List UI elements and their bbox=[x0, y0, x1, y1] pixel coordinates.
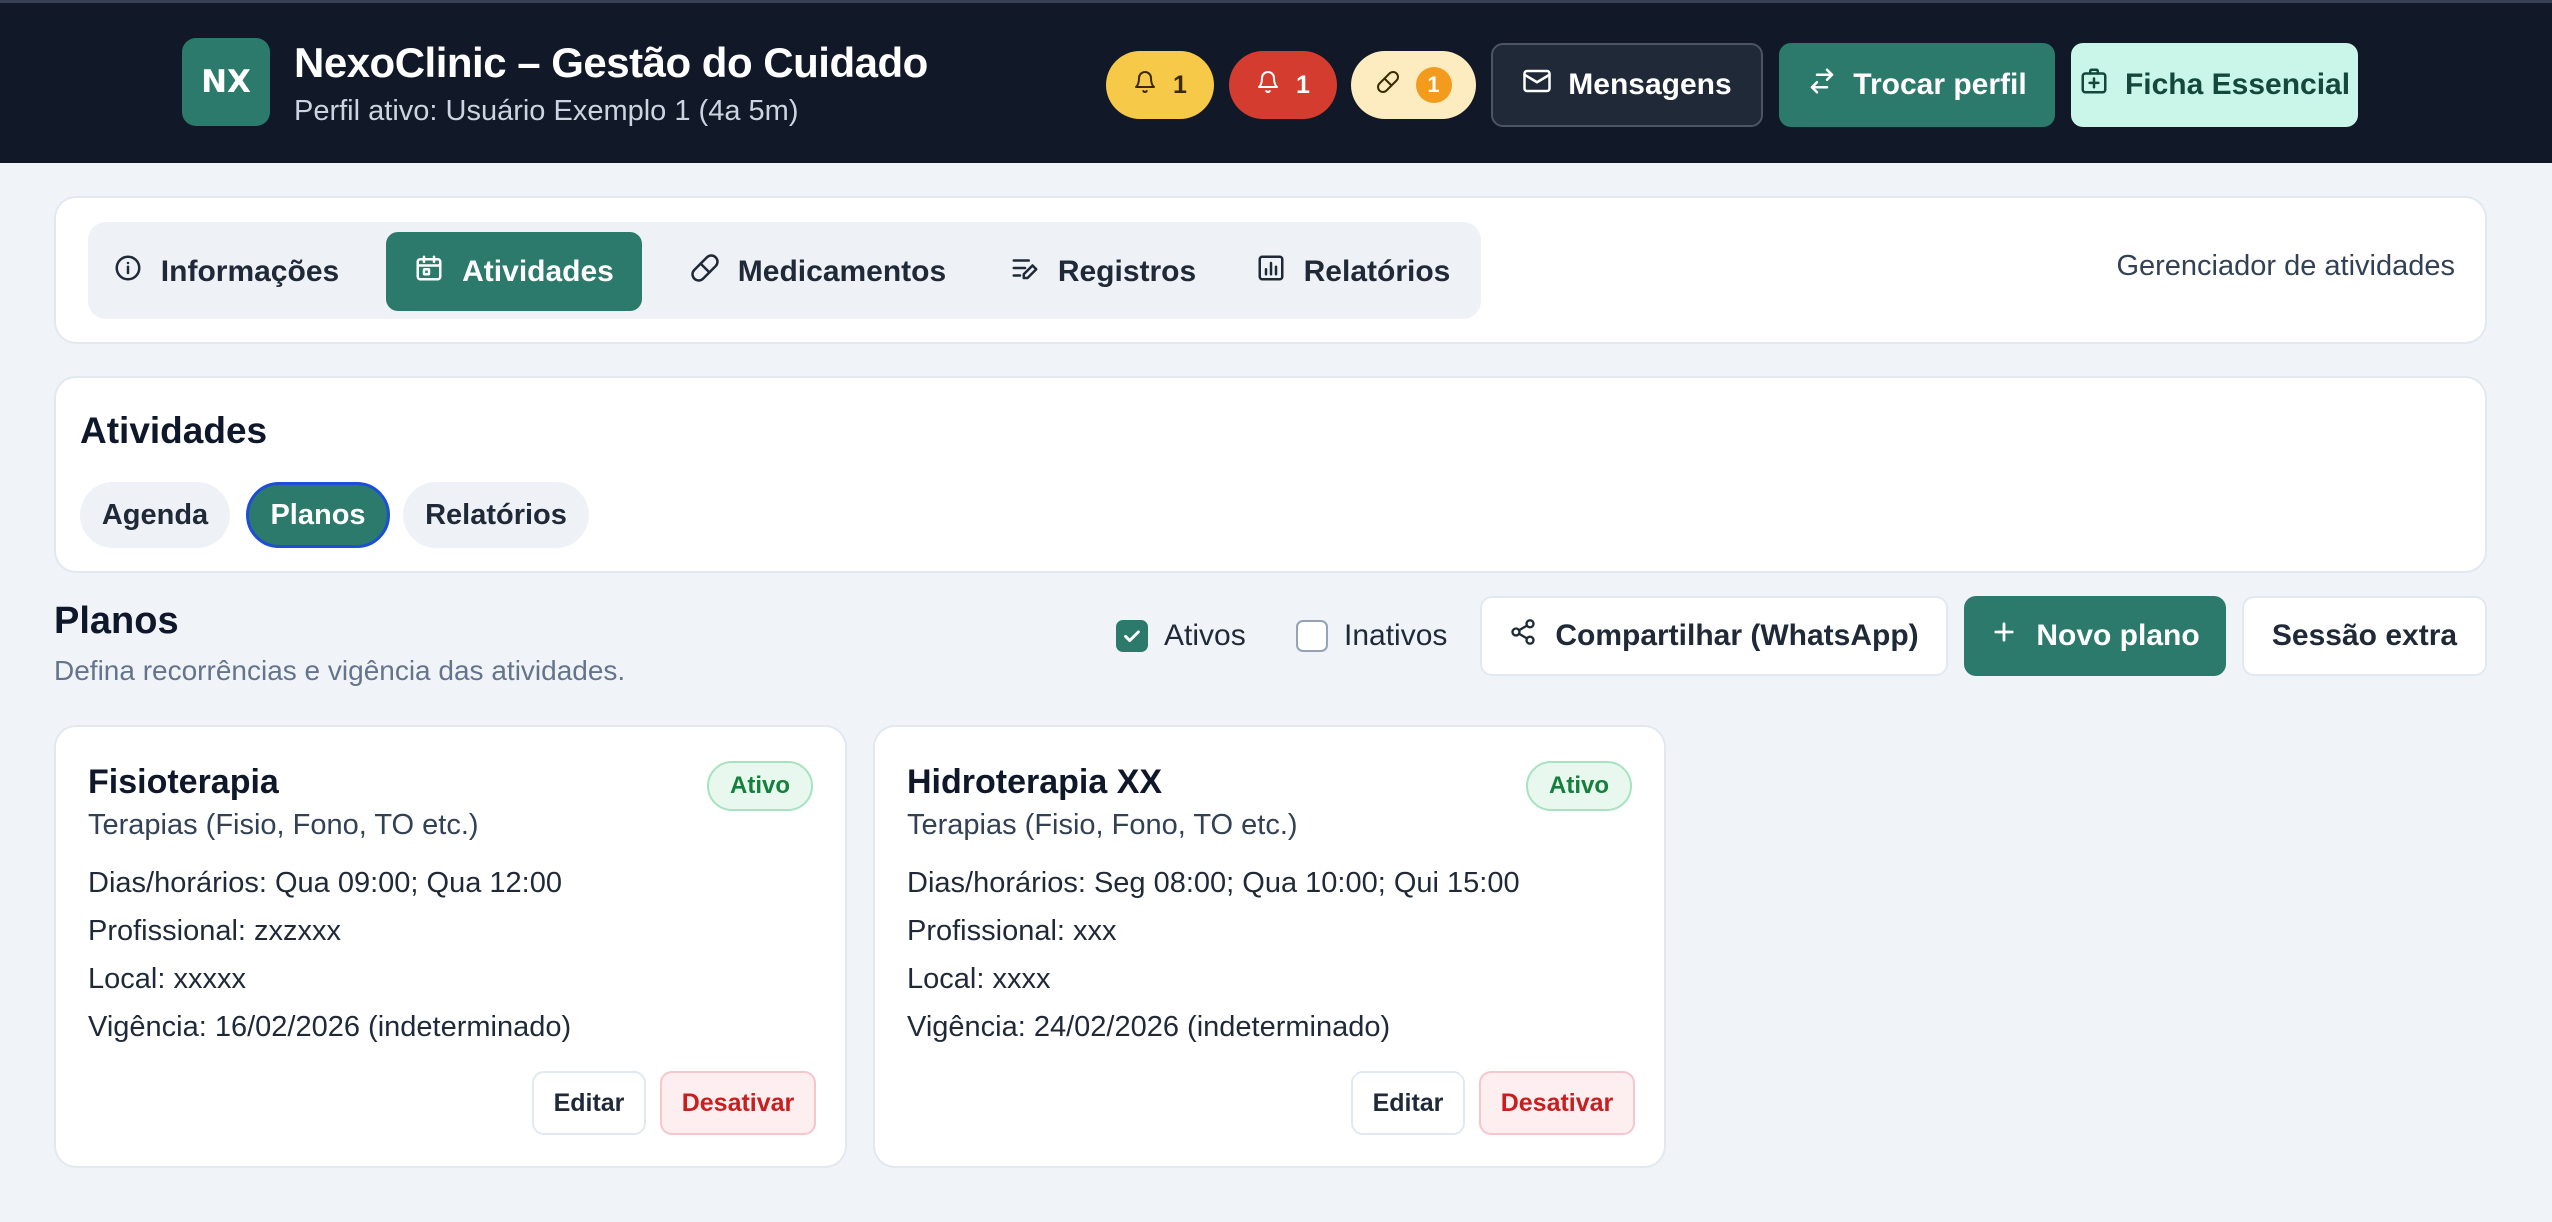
essential-sheet-label: Ficha Essencial bbox=[2124, 68, 2351, 101]
plan-professional: Profissional: zxzxxx bbox=[88, 915, 342, 947]
swap-arrows-icon bbox=[1807, 66, 1837, 104]
filter-inactive-checkbox[interactable]: Inativos bbox=[1296, 618, 1447, 654]
subtab-agenda[interactable]: Agenda bbox=[80, 482, 230, 548]
tab-medicamentos[interactable]: Medicamentos bbox=[668, 232, 968, 311]
share-icon bbox=[1509, 618, 1537, 654]
main-tabs: Informações Atividades Medicamentos Regi… bbox=[88, 222, 1481, 319]
notes-icon bbox=[1010, 253, 1040, 291]
tab-relatorios[interactable]: Relatórios bbox=[1238, 232, 1468, 311]
plans-subtitle: Defina recorrências e vigência das ativi… bbox=[54, 655, 626, 686]
app-title: NexoClinic – Gestão do Cuidado bbox=[294, 39, 928, 86]
plus-icon bbox=[1990, 618, 2018, 654]
tab-label: Informações bbox=[160, 254, 340, 288]
app-header: NX NexoClinic – Gestão do Cuidado Perfil… bbox=[0, 0, 2552, 163]
tab-informacoes[interactable]: Informações bbox=[106, 232, 346, 311]
alert-count: 1 bbox=[1173, 70, 1187, 99]
plan-schedule: Dias/horários: Seg 08:00; Qua 10:00; Qui… bbox=[907, 867, 1520, 899]
brand-logo: NX bbox=[182, 38, 270, 126]
alert-count-badge: 1 bbox=[1415, 67, 1452, 103]
bell-icon bbox=[1256, 70, 1280, 101]
plan-name: Fisioterapia bbox=[88, 763, 279, 801]
plan-schedule: Dias/horários: Qua 09:00; Qua 12:00 bbox=[88, 867, 562, 899]
deactivate-plan-button[interactable]: Desativar bbox=[1479, 1071, 1635, 1135]
alert-pill-red[interactable]: 1 bbox=[1229, 51, 1337, 119]
calendar-icon bbox=[414, 253, 444, 291]
tab-label: Registros bbox=[1057, 254, 1197, 288]
filter-inactive-label: Inativos bbox=[1344, 619, 1448, 652]
plan-location: Local: xxxx bbox=[907, 963, 1051, 995]
plan-card: Fisioterapia Terapias (Fisio, Fono, TO e… bbox=[54, 725, 847, 1168]
subtab-planos[interactable]: Planos bbox=[246, 482, 390, 548]
plan-validity: Vigência: 16/02/2026 (indeterminado) bbox=[88, 1011, 572, 1043]
chart-icon bbox=[1256, 253, 1286, 291]
tab-registros[interactable]: Registros bbox=[998, 232, 1208, 311]
plan-card: Hidroterapia XX Terapias (Fisio, Fono, T… bbox=[873, 725, 1666, 1168]
activities-title: Atividades bbox=[80, 410, 268, 451]
plan-category: Terapias (Fisio, Fono, TO etc.) bbox=[907, 809, 1298, 841]
extra-session-label: Sessão extra bbox=[2271, 619, 2458, 652]
tab-atividades[interactable]: Atividades bbox=[386, 232, 642, 311]
plan-category: Terapias (Fisio, Fono, TO etc.) bbox=[88, 809, 479, 841]
subtab-relatorios[interactable]: Relatórios bbox=[403, 482, 589, 548]
tab-label: Relatórios bbox=[1303, 254, 1451, 288]
alert-count: 1 bbox=[1296, 70, 1310, 99]
switch-profile-button[interactable]: Trocar perfil bbox=[1779, 43, 2055, 127]
filter-active-checkbox[interactable]: Ativos bbox=[1116, 618, 1246, 654]
switch-profile-label: Trocar perfil bbox=[1853, 68, 2027, 101]
pill-icon bbox=[1376, 70, 1400, 101]
messages-button[interactable]: Mensagens bbox=[1491, 43, 1763, 127]
essential-sheet-button[interactable]: Ficha Essencial bbox=[2071, 43, 2358, 127]
new-plan-button[interactable]: Novo plano bbox=[1964, 596, 2226, 676]
edit-plan-button[interactable]: Editar bbox=[532, 1071, 646, 1135]
share-whatsapp-button[interactable]: Compartilhar (WhatsApp) bbox=[1480, 596, 1948, 676]
share-label: Compartilhar (WhatsApp) bbox=[1555, 619, 1919, 652]
tab-label: Medicamentos bbox=[737, 254, 947, 288]
plan-validity: Vigência: 24/02/2026 (indeterminado) bbox=[907, 1011, 1391, 1043]
active-profile-label: Perfil ativo: Usuário Exemplo 1 (4a 5m) bbox=[294, 95, 799, 127]
plan-professional: Profissional: xxx bbox=[907, 915, 1117, 947]
pill-icon bbox=[690, 253, 720, 291]
plans-title: Planos bbox=[54, 600, 179, 642]
checkbox-checked-icon bbox=[1116, 620, 1148, 652]
extra-session-button[interactable]: Sessão extra bbox=[2242, 596, 2487, 676]
bell-icon bbox=[1133, 70, 1157, 101]
status-badge: Ativo bbox=[707, 761, 813, 811]
status-badge: Ativo bbox=[1526, 761, 1632, 811]
edit-plan-button[interactable]: Editar bbox=[1351, 1071, 1465, 1135]
medication-alert-pill[interactable]: 1 bbox=[1351, 51, 1476, 119]
info-icon bbox=[113, 253, 143, 291]
plan-location: Local: xxxxx bbox=[88, 963, 246, 995]
page-context-label: Gerenciador de atividades bbox=[2116, 250, 2455, 282]
deactivate-plan-button[interactable]: Desativar bbox=[660, 1071, 816, 1135]
medical-kit-icon bbox=[2079, 66, 2109, 104]
checkbox-unchecked-icon bbox=[1296, 620, 1328, 652]
new-plan-label: Novo plano bbox=[2036, 619, 2200, 652]
main-nav-card: Informações Atividades Medicamentos Regi… bbox=[54, 196, 2487, 344]
messages-label: Mensagens bbox=[1568, 68, 1732, 101]
mail-icon bbox=[1522, 66, 1552, 104]
plan-name: Hidroterapia XX bbox=[907, 763, 1163, 801]
alert-pill-yellow[interactable]: 1 bbox=[1106, 51, 1214, 119]
activities-card: Atividades Agenda Planos Relatórios bbox=[54, 376, 2487, 573]
filter-active-label: Ativos bbox=[1164, 619, 1246, 652]
tab-label: Atividades bbox=[462, 254, 614, 288]
